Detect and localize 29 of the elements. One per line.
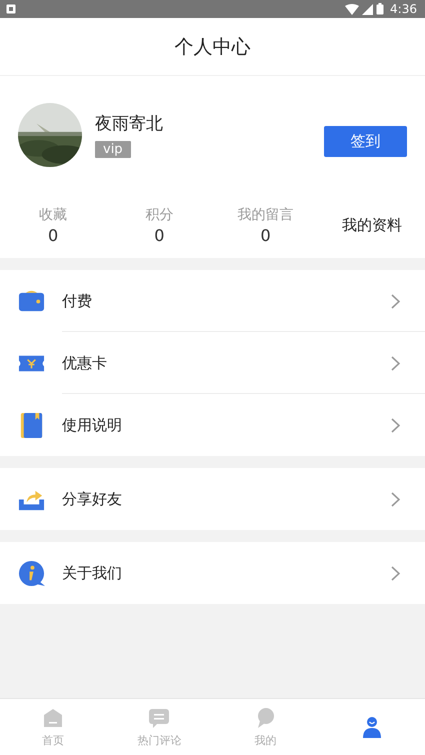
sign-in-button[interactable]: 签到 bbox=[324, 126, 407, 156]
profile-link[interactable]: 我的资料 bbox=[342, 216, 402, 235]
menu-item[interactable]: 使用说明 bbox=[0, 394, 425, 456]
chevron-right-icon bbox=[391, 492, 400, 506]
menu-item[interactable]: 关于我们 bbox=[0, 542, 425, 604]
chevron-right-icon bbox=[391, 566, 400, 580]
stat-label: 我的留言 bbox=[238, 206, 294, 224]
stat-value: 0 bbox=[48, 226, 58, 245]
comment-icon bbox=[147, 706, 172, 730]
battery-icon bbox=[376, 3, 384, 15]
stat-value: 0 bbox=[154, 226, 164, 245]
chevron-right-icon bbox=[391, 356, 400, 370]
wifi-icon bbox=[345, 4, 360, 14]
info-icon bbox=[18, 560, 45, 586]
menu-item[interactable]: 分享好友 bbox=[0, 468, 425, 530]
stat-value: 0 bbox=[260, 226, 271, 245]
notification-icon bbox=[6, 4, 16, 14]
chevron-right-icon bbox=[391, 294, 400, 308]
user-name: 夜雨寄北 bbox=[95, 113, 163, 135]
stat-label: 收藏 bbox=[39, 206, 68, 224]
page-title: 个人中心 bbox=[174, 34, 250, 60]
menu-item[interactable]: 优惠卡 bbox=[0, 332, 425, 394]
menu-item[interactable]: 付费 bbox=[0, 270, 425, 332]
stat-label: 积分 bbox=[145, 206, 174, 224]
vip-badge: vip bbox=[95, 141, 131, 158]
clock-time: 4:36 bbox=[390, 2, 417, 16]
signal-icon bbox=[362, 4, 374, 14]
chevron-right-icon bbox=[391, 418, 400, 432]
book-icon bbox=[18, 412, 45, 438]
